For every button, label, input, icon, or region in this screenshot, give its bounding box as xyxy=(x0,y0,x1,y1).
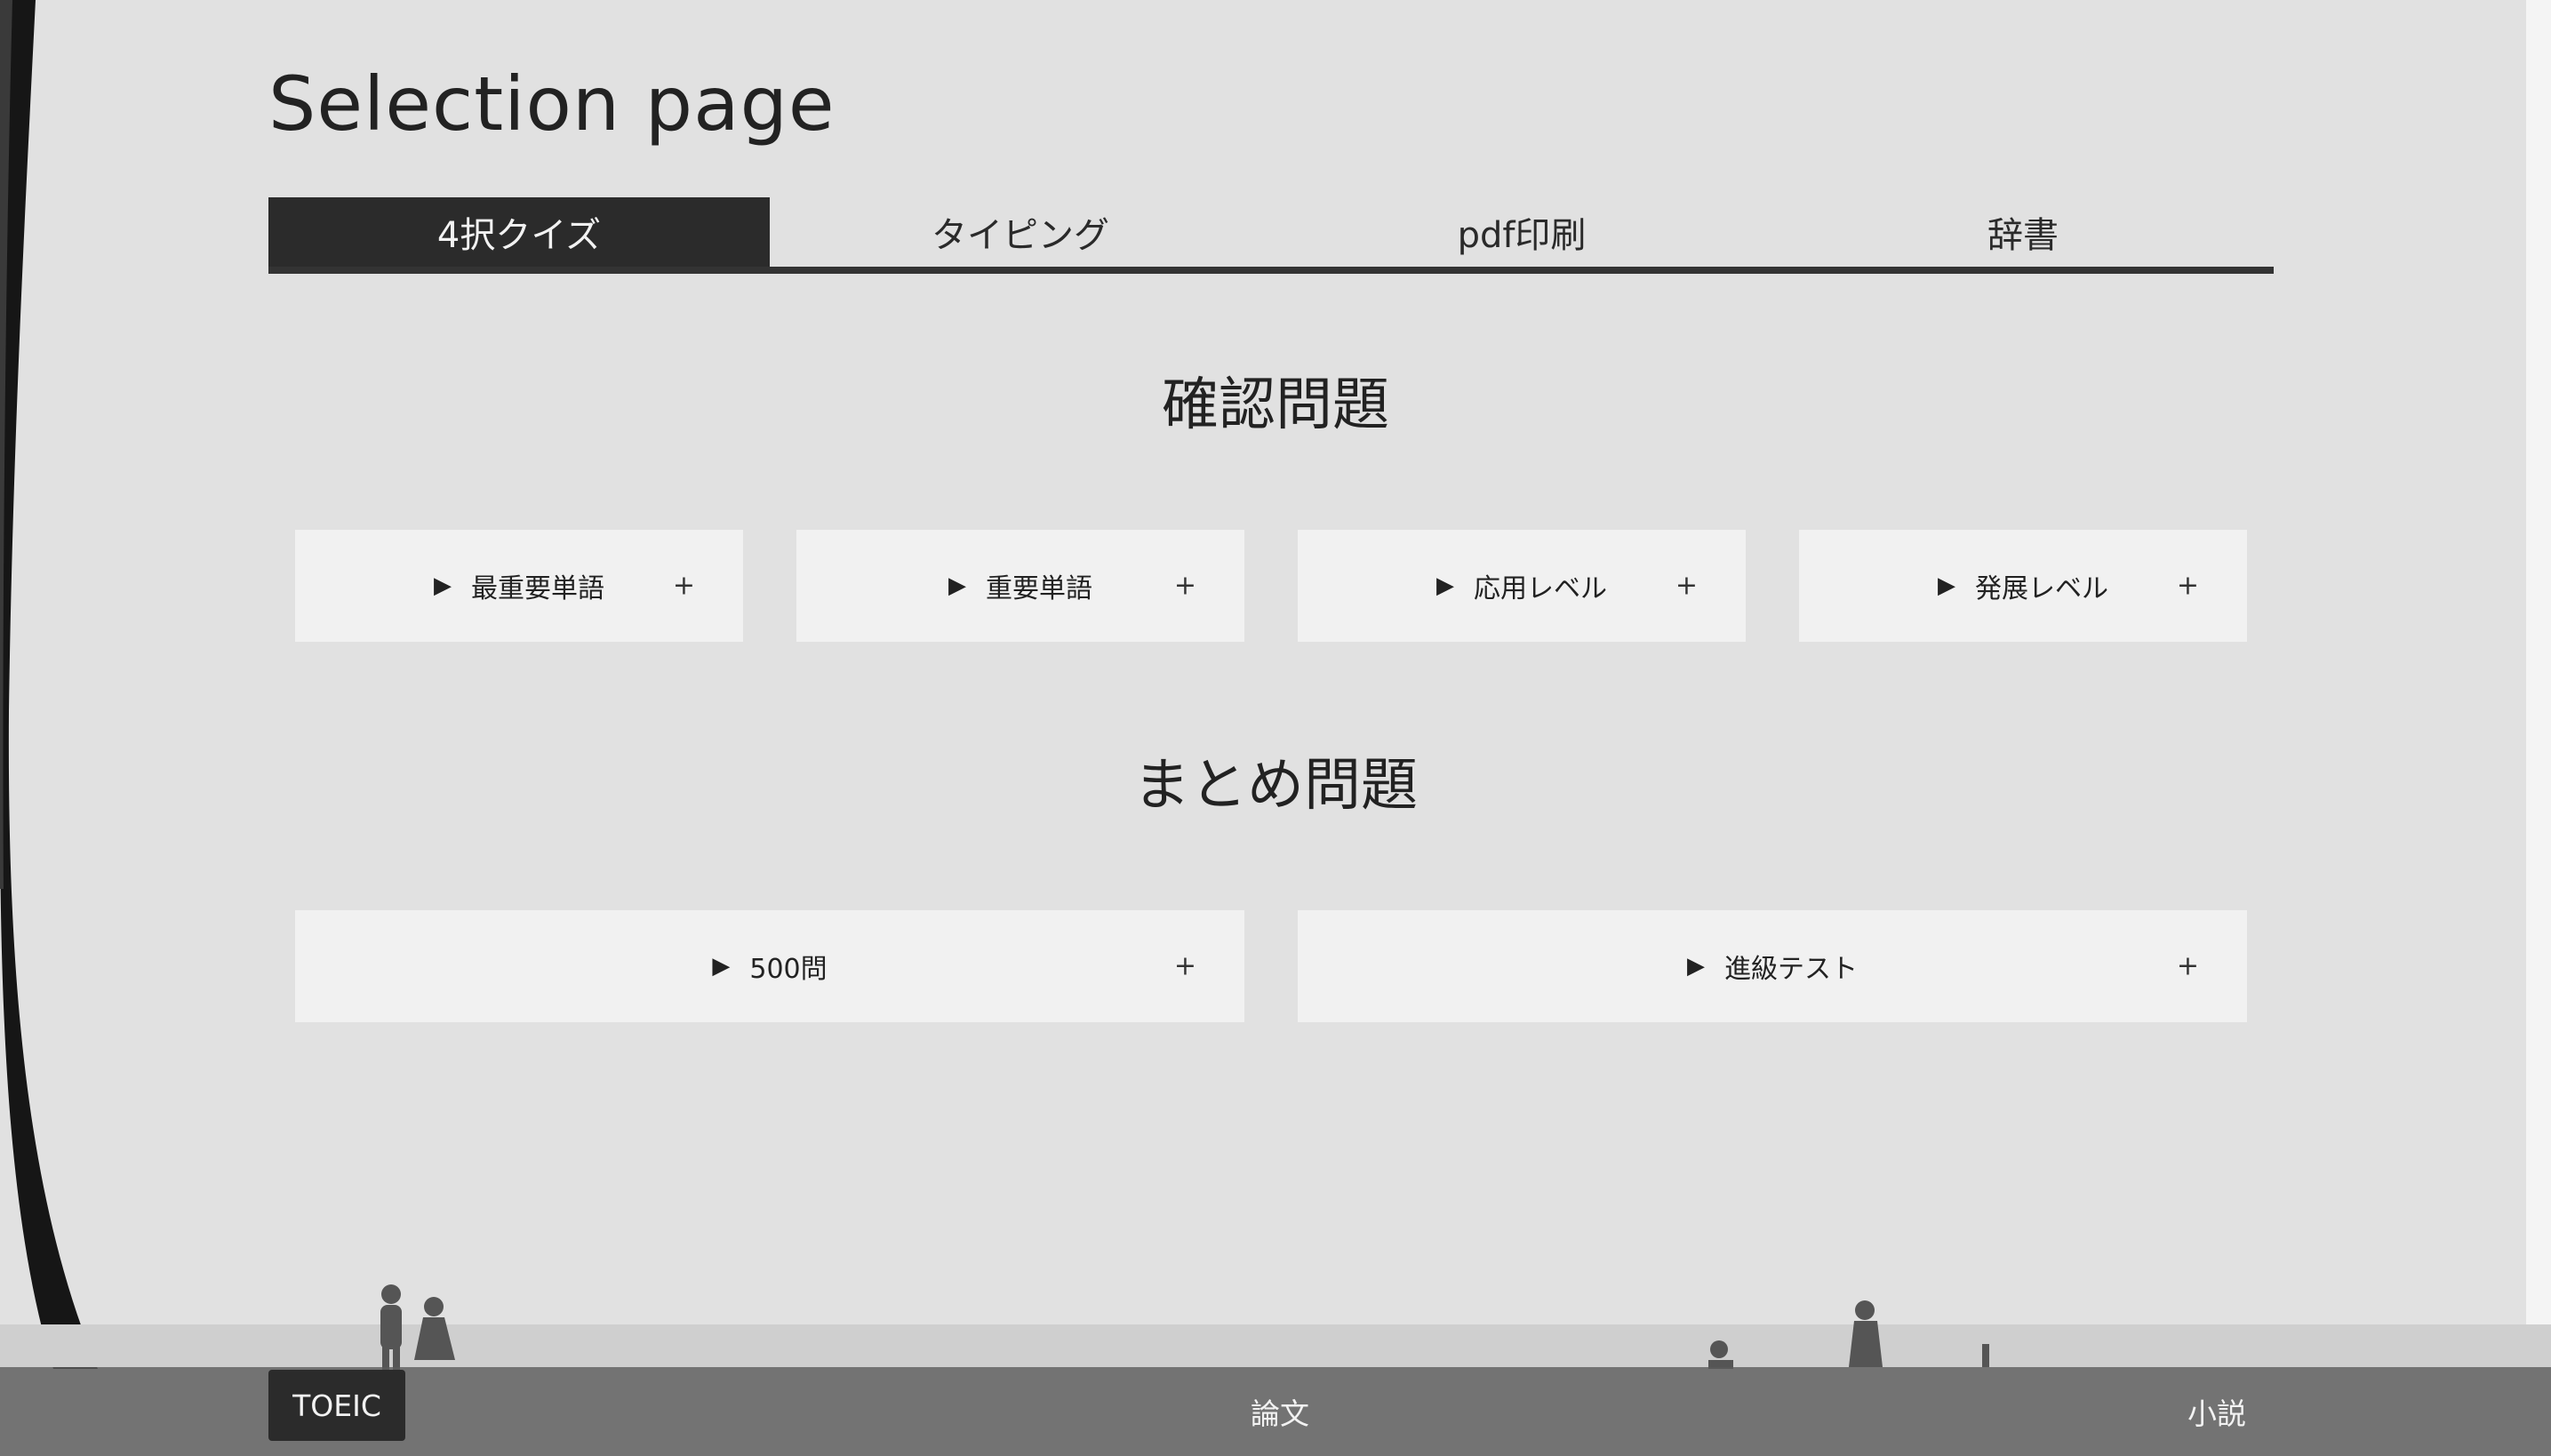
card-advanced-level[interactable]: ▶ 発展レベル + xyxy=(1799,530,2247,642)
play-triangle-icon: ▶ xyxy=(712,953,731,980)
card-label: 発展レベル xyxy=(1975,573,2108,604)
card-applied-level[interactable]: ▶ 応用レベル + xyxy=(1298,530,1746,642)
footer-nav: TOEIC 論文 小説 xyxy=(0,1367,2551,1456)
plus-icon[interactable]: + xyxy=(2177,571,2199,602)
selection-page: Selection page 4択クイズ タイピング pdf印刷 辞書 確認問題… xyxy=(0,0,2551,1456)
section-heading-review: 確認問題 xyxy=(1162,372,1389,438)
card-label: 500問 xyxy=(749,954,828,985)
footer-item-papers[interactable]: 論文 xyxy=(1209,1367,1351,1456)
card-label: 重要単語 xyxy=(986,573,1092,604)
play-triangle-icon: ▶ xyxy=(1687,953,1705,980)
plus-icon[interactable]: + xyxy=(673,571,695,602)
section-heading-summary: まとめ問題 xyxy=(1133,753,1418,819)
tab-typing[interactable]: タイピング xyxy=(770,197,1271,267)
card-promotion-test[interactable]: ▶ 進級テスト + xyxy=(1298,910,2247,1022)
play-triangle-icon: ▶ xyxy=(1938,572,1955,599)
play-triangle-icon: ▶ xyxy=(1436,572,1454,599)
page-title: Selection page xyxy=(268,60,836,148)
card-label: 最重要単語 xyxy=(471,573,604,604)
play-triangle-icon: ▶ xyxy=(948,572,966,599)
tab-dictionary[interactable]: 辞書 xyxy=(1772,197,2274,267)
play-triangle-icon: ▶ xyxy=(434,572,452,599)
card-500-questions[interactable]: ▶ 500問 + xyxy=(295,910,1244,1022)
card-label: 進級テスト xyxy=(1724,954,1858,985)
plus-icon[interactable]: + xyxy=(1174,571,1196,602)
card-label: 応用レベル xyxy=(1474,573,1607,604)
card-important-words[interactable]: ▶ 重要単語 + xyxy=(796,530,1244,642)
footer-item-novels[interactable]: 小説 xyxy=(2146,1367,2288,1456)
tab-4choice-quiz[interactable]: 4択クイズ xyxy=(268,197,770,267)
plus-icon[interactable]: + xyxy=(2177,951,2199,982)
plus-icon[interactable]: + xyxy=(1174,951,1196,982)
plus-icon[interactable]: + xyxy=(1675,571,1698,602)
card-most-important-words[interactable]: ▶ 最重要単語 + xyxy=(295,530,743,642)
tab-bar: 4択クイズ タイピング pdf印刷 辞書 xyxy=(268,197,2274,274)
footer-item-toeic[interactable]: TOEIC xyxy=(268,1370,405,1441)
tab-pdf-print[interactable]: pdf印刷 xyxy=(1271,197,1772,267)
